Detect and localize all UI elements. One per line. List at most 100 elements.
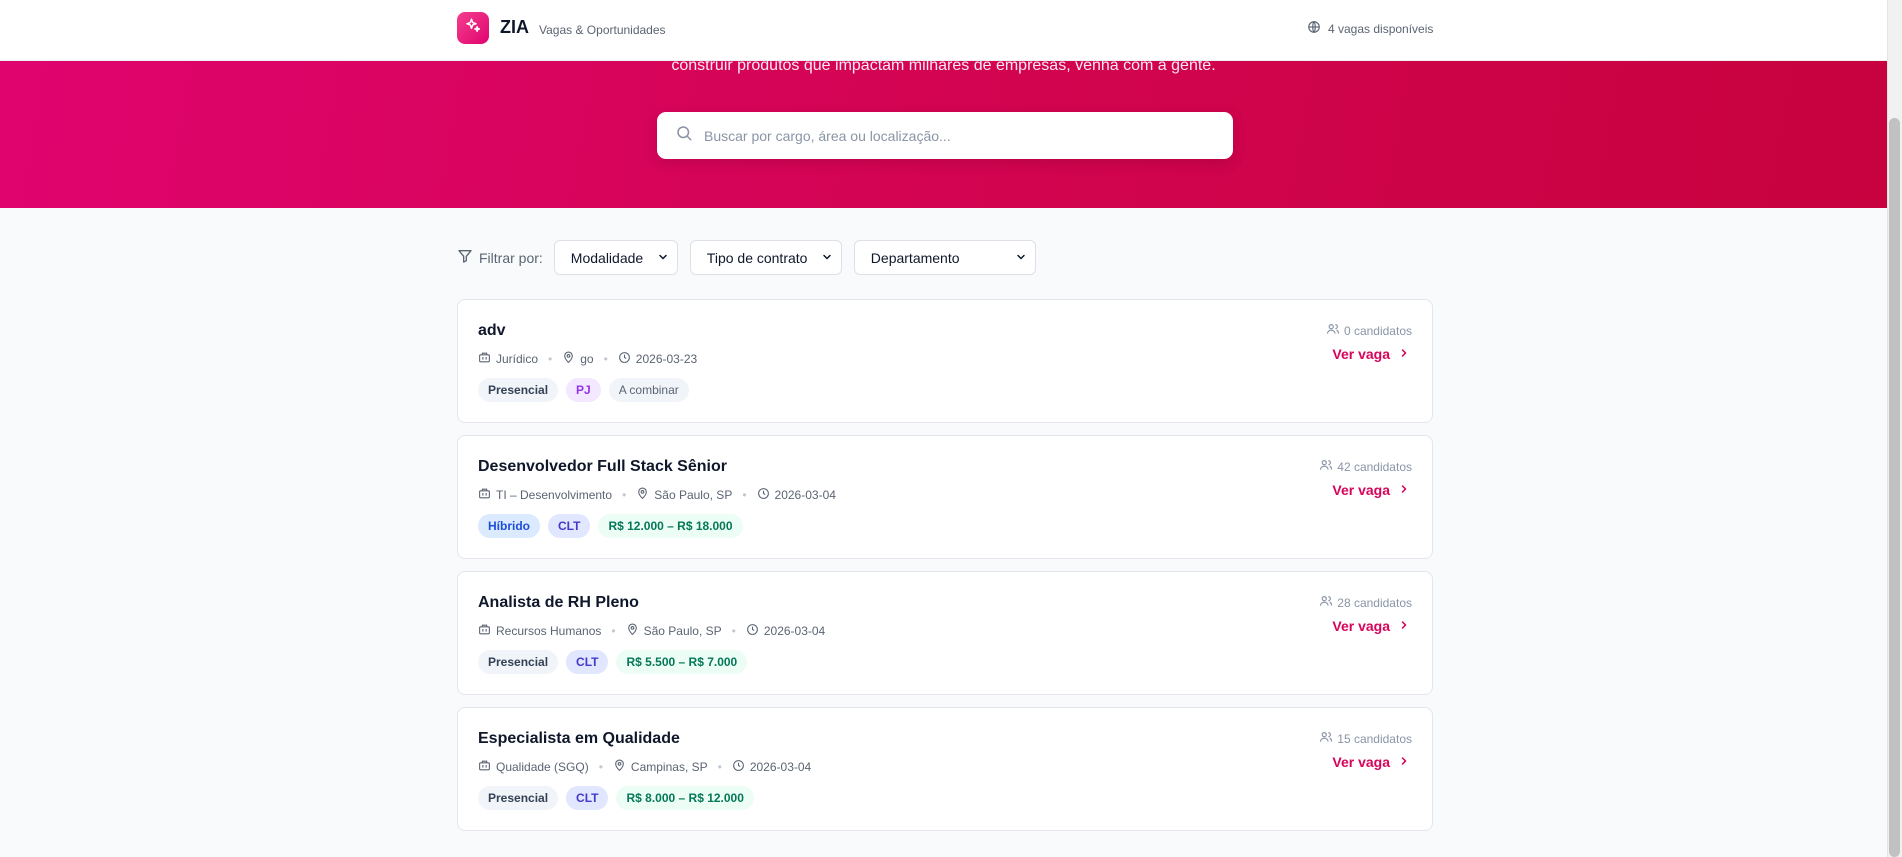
job-meta: Jurídico • go • 2026-03-23 xyxy=(478,351,697,367)
job-card[interactable]: Analista de RH Pleno Recursos Humanos • … xyxy=(457,571,1433,695)
job-location: Campinas, SP xyxy=(613,759,708,775)
department-select[interactable]: Departamento xyxy=(853,240,1036,275)
chevron-right-icon xyxy=(1390,754,1410,770)
filter-label: Filtrar por: xyxy=(457,248,543,267)
building-icon xyxy=(478,487,496,503)
chevron-down-icon xyxy=(1005,250,1027,266)
job-date-text: 2026-03-04 xyxy=(749,760,812,774)
job-card[interactable]: Especialista em Qualidade Qualidade (SGQ… xyxy=(457,707,1433,831)
job-title: Especialista em Qualidade xyxy=(478,730,680,747)
view-job-link[interactable]: Ver vaga xyxy=(1332,618,1410,634)
job-tags: Presencial CLT R$ 5.500 – R$ 7.000 xyxy=(478,650,755,674)
map-pin-icon xyxy=(636,487,654,503)
candidates-count-text: 0 candidatos xyxy=(1343,323,1412,338)
map-pin-icon xyxy=(562,351,580,367)
job-location: go xyxy=(562,351,594,367)
job-department: Qualidade (SGQ) xyxy=(478,759,589,775)
brand-subtitle: Vagas & Oportunidades xyxy=(539,23,666,37)
job-location: São Paulo, SP xyxy=(636,487,732,503)
job-meta: Qualidade (SGQ) • Campinas, SP • 2026-03… xyxy=(478,759,811,775)
search-input[interactable] xyxy=(704,112,1233,159)
job-department: Jurídico xyxy=(478,351,538,367)
job-meta: TI – Desenvolvimento • São Paulo, SP • 2… xyxy=(478,487,836,503)
search-box[interactable] xyxy=(657,112,1233,159)
department-select-value: Departamento xyxy=(870,249,960,266)
separator-dot: • xyxy=(603,352,608,366)
job-department-text: Jurídico xyxy=(496,352,539,366)
clock-icon xyxy=(746,623,764,639)
view-job-label: Ver vaga xyxy=(1332,618,1390,634)
jobs-available-indicator: 4 vagas disponíveis xyxy=(1307,20,1433,37)
scrollbar-thumb[interactable] xyxy=(1889,118,1900,857)
job-date-text: 2026-03-04 xyxy=(763,624,826,638)
view-job-label: Ver vaga xyxy=(1332,754,1390,770)
chevron-right-icon xyxy=(1390,346,1410,362)
sparkles-icon xyxy=(464,17,482,40)
salary-tag: R$ 12.000 – R$ 18.000 xyxy=(598,514,743,538)
filter-label-text: Filtrar por: xyxy=(479,249,543,266)
clock-icon xyxy=(732,759,750,775)
map-pin-icon xyxy=(626,623,644,639)
job-location-text: go xyxy=(580,352,594,366)
job-date: 2026-03-04 xyxy=(757,487,836,503)
candidates-count: 42 candidatos xyxy=(1319,458,1412,475)
candidates-count: 28 candidatos xyxy=(1319,594,1412,611)
users-icon xyxy=(1319,458,1337,475)
building-icon xyxy=(478,351,496,367)
filter-bar: Filtrar por: Modalidade Tipo de contrato… xyxy=(457,240,1048,275)
job-department-text: TI – Desenvolvimento xyxy=(496,488,613,502)
contract-select-value: Tipo de contrato xyxy=(706,249,808,266)
users-icon xyxy=(1319,594,1337,611)
search-icon xyxy=(675,124,693,147)
logo[interactable] xyxy=(457,12,489,44)
job-location-text: Campinas, SP xyxy=(630,760,708,774)
top-header: ZIA Vagas & Oportunidades 4 vagas dispon… xyxy=(0,0,1887,61)
view-job-link[interactable]: Ver vaga xyxy=(1332,482,1410,498)
modality-tag: Híbrido xyxy=(478,514,540,538)
job-card[interactable]: Desenvolvedor Full Stack Sênior TI – Des… xyxy=(457,435,1433,559)
job-location-text: São Paulo, SP xyxy=(654,488,733,502)
job-date: 2026-03-04 xyxy=(732,759,811,775)
modality-tag: Presencial xyxy=(478,786,559,810)
job-department-text: Qualidade (SGQ) xyxy=(496,760,589,774)
separator-dot: • xyxy=(598,760,603,774)
view-job-link[interactable]: Ver vaga xyxy=(1332,754,1410,770)
job-date-text: 2026-03-04 xyxy=(774,488,836,502)
job-tags: Presencial CLT R$ 8.000 – R$ 12.000 xyxy=(478,786,762,810)
chevron-right-icon xyxy=(1390,618,1410,634)
job-date: 2026-03-23 xyxy=(618,351,697,367)
separator-dot: • xyxy=(742,488,747,502)
job-tags: Híbrido CLT R$ 12.000 – R$ 18.000 xyxy=(478,514,751,538)
job-tags: Presencial PJ A combinar xyxy=(478,378,697,402)
scrollbar[interactable] xyxy=(1887,0,1902,857)
building-icon xyxy=(478,623,496,639)
modality-select[interactable]: Modalidade xyxy=(553,240,678,275)
modality-select-value: Modalidade xyxy=(570,249,644,266)
contract-select[interactable]: Tipo de contrato xyxy=(689,240,842,275)
chevron-down-icon xyxy=(811,250,833,266)
separator-dot: • xyxy=(622,488,627,502)
page: construir produtos que impactam milhares… xyxy=(0,0,1887,857)
job-title: adv xyxy=(478,322,506,339)
job-card[interactable]: adv Jurídico • go • 2026-03-23 Presencia… xyxy=(457,299,1433,423)
jobs-available-text: 4 vagas disponíveis xyxy=(1328,21,1434,36)
building-icon xyxy=(478,759,496,775)
job-title: Desenvolvedor Full Stack Sênior xyxy=(478,458,727,475)
chevron-down-icon xyxy=(647,250,669,266)
modality-tag: Presencial xyxy=(478,378,559,402)
job-title: Analista de RH Pleno xyxy=(478,594,639,611)
contract-tag: CLT xyxy=(566,786,609,810)
candidates-count: 15 candidatos xyxy=(1319,730,1412,747)
separator-dot: • xyxy=(611,624,616,638)
contract-tag: CLT xyxy=(566,650,609,674)
view-job-link[interactable]: Ver vaga xyxy=(1332,346,1410,362)
candidates-count: 0 candidatos xyxy=(1326,322,1412,339)
salary-tag: R$ 8.000 – R$ 12.000 xyxy=(616,786,754,810)
job-department: TI – Desenvolvimento xyxy=(478,487,612,503)
users-icon xyxy=(1326,322,1344,339)
candidates-count-text: 28 candidatos xyxy=(1337,595,1412,610)
job-meta: Recursos Humanos • São Paulo, SP • 2026-… xyxy=(478,623,825,639)
job-location: São Paulo, SP xyxy=(626,623,722,639)
salary-tag: R$ 5.500 – R$ 7.000 xyxy=(616,650,748,674)
map-pin-icon xyxy=(613,759,631,775)
